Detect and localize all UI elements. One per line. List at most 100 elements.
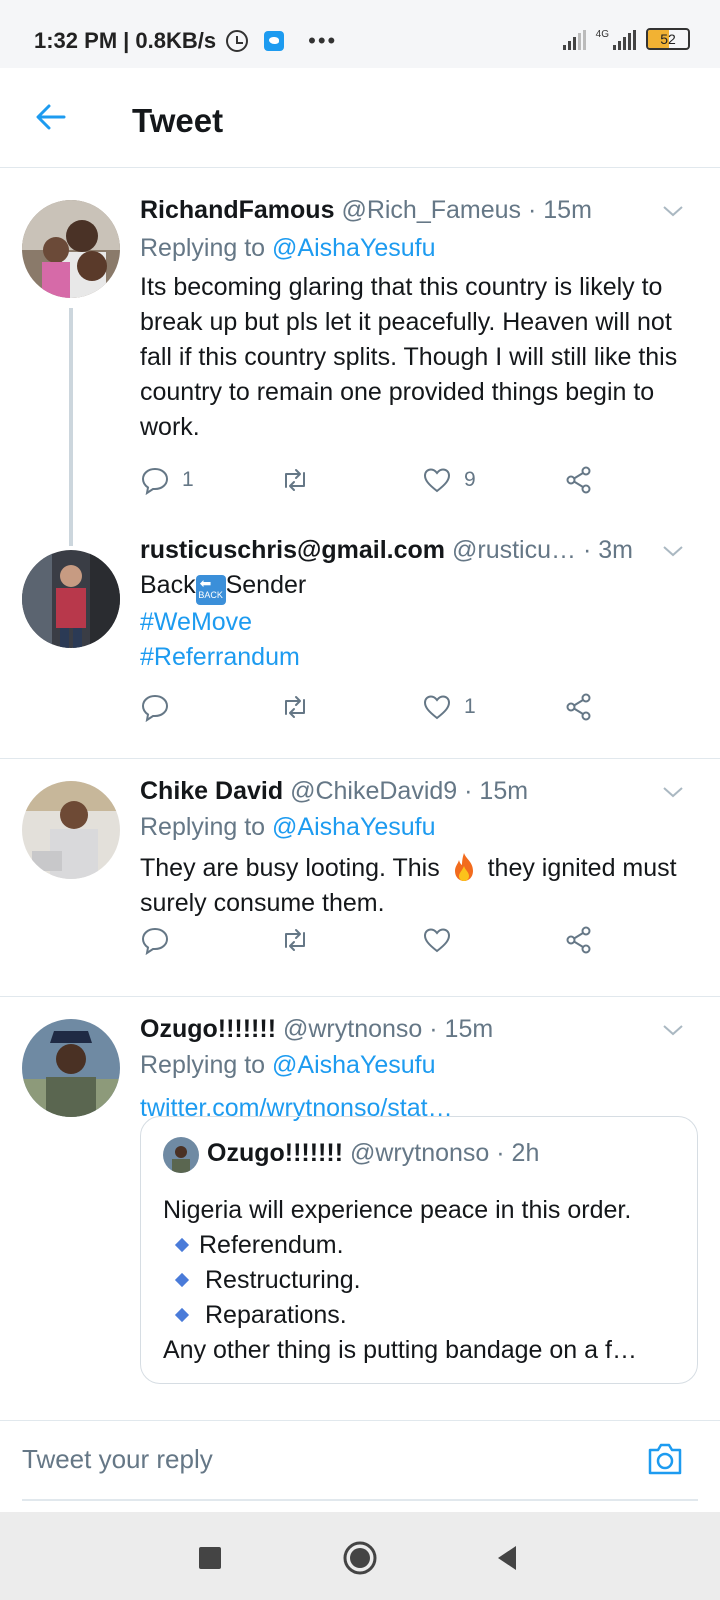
reply-underline	[22, 1499, 698, 1501]
retweet-icon	[285, 696, 305, 718]
tweet-actions: 1 9	[140, 462, 610, 498]
tweet-2[interactable]: rusticuschris@gmail.com @rusticu… · 3m B…	[0, 508, 720, 758]
twitter-notif-icon	[264, 31, 285, 51]
avatar[interactable]	[22, 1019, 120, 1117]
avatar[interactable]	[22, 200, 120, 298]
quote-list-item: Reparations.	[163, 1298, 679, 1333]
quote-list-text: Restructuring.	[205, 1266, 361, 1294]
replying-prefix: Replying to	[140, 234, 273, 262]
status-right: 4G 52	[562, 28, 690, 50]
reply-button[interactable]	[140, 922, 182, 958]
quote-list-text: Reparations.	[205, 1301, 347, 1329]
quote-user-handle: @wrytnonso	[350, 1139, 490, 1167]
tweet-body: Back ⬅ BACK Sender #WeMove #Referrandum	[140, 568, 684, 675]
retweet-button[interactable]	[280, 689, 322, 725]
hashtag-link[interactable]: #WeMove	[140, 605, 684, 640]
tweet-body: Its becoming glaring that this country i…	[140, 273, 678, 441]
reply-bar	[0, 1420, 720, 1502]
mention-link[interactable]: @AishaYesufu	[272, 1051, 435, 1079]
replying-to: Replying to @AishaYesufu	[140, 1051, 435, 1080]
user-handle: @wrytnonso	[283, 1015, 423, 1043]
quote-list-text: Referendum.	[199, 1231, 344, 1259]
replying-prefix: Replying to	[140, 1051, 273, 1079]
header: Tweet	[0, 68, 720, 168]
quote-avatar	[163, 1137, 199, 1173]
display-name[interactable]: Ozugo!!!!!!!	[140, 1015, 276, 1043]
retweet-icon	[285, 469, 305, 491]
camera-icon[interactable]	[646, 1441, 684, 1477]
display-name[interactable]: rusticuschris@gmail.com	[140, 536, 445, 564]
back-triangle-icon[interactable]	[490, 1540, 526, 1576]
display-name[interactable]: Chike David	[140, 777, 283, 805]
reply-input[interactable]	[22, 1439, 622, 1479]
tweet-4[interactable]: Ozugo!!!!!!! @wrytnonso · 15m Replying t…	[0, 997, 720, 1417]
body-text-start: They are busy looting. This	[140, 854, 440, 882]
body-text-start: Back	[140, 571, 196, 599]
chevron-down-icon[interactable]	[662, 540, 684, 562]
quote-time: · 2h	[496, 1139, 540, 1167]
reply-icon	[141, 927, 169, 955]
retweet-button[interactable]	[280, 922, 322, 958]
heart-icon	[423, 928, 451, 953]
tweet-time: · 15m	[464, 777, 529, 805]
tweet-body: They are busy looting. This they ignited…	[140, 851, 684, 921]
tweet-time: · 3m	[582, 536, 633, 564]
share-button[interactable]	[564, 462, 594, 498]
quote-line: Nigeria will experience peace in this or…	[163, 1196, 632, 1224]
chevron-down-icon[interactable]	[662, 1019, 684, 1041]
tweet-actions	[140, 922, 610, 958]
reply-button[interactable]: 1	[140, 462, 194, 498]
back-arrow-icon[interactable]	[34, 100, 68, 134]
quote-list-item: Referendum.	[163, 1228, 679, 1263]
retweet-icon	[285, 929, 305, 951]
like-button[interactable]: 1	[422, 689, 476, 725]
chevron-down-icon[interactable]	[662, 200, 684, 222]
body-text-end: Sender	[225, 571, 307, 599]
avatar[interactable]	[22, 781, 120, 879]
reply-icon	[141, 467, 169, 495]
hashtag-link[interactable]: #Referrandum	[140, 640, 684, 675]
replying-to: Replying to @AishaYesufu	[140, 813, 435, 842]
tweet-actions: 1	[140, 689, 610, 725]
system-nav-bar	[0, 1512, 720, 1600]
share-button[interactable]	[564, 922, 594, 958]
quote-body: Nigeria will experience peace in this or…	[163, 1193, 679, 1368]
tweet-header: Ozugo!!!!!!! @wrytnonso · 15m	[140, 1015, 660, 1044]
network-label: 4G	[595, 29, 609, 40]
signal-4g-icon	[613, 30, 636, 50]
chevron-down-icon[interactable]	[662, 781, 684, 803]
back-arrow-emoji-icon: ⬅ BACK	[195, 575, 226, 605]
page-title: Tweet	[132, 102, 224, 139]
user-handle: @Rich_Fameus	[341, 196, 522, 224]
signal-icon	[562, 30, 586, 50]
home-circle-icon[interactable]	[342, 1540, 378, 1576]
avatar[interactable]	[22, 550, 120, 648]
status-speed: | 0.8KB/s	[123, 28, 217, 53]
status-time: 1:32 PM	[34, 28, 118, 53]
retweet-button[interactable]	[280, 462, 322, 498]
like-button[interactable]: 9	[422, 462, 476, 498]
tweet-1[interactable]: RichandFamous @Rich_Fameus · 15m Replyin…	[0, 178, 720, 508]
mention-link[interactable]: @AishaYesufu	[272, 234, 435, 262]
quote-display-name: Ozugo!!!!!!!	[207, 1139, 344, 1167]
tweet-3[interactable]: Chike David @ChikeDavid9 · 15m Replying …	[0, 759, 720, 995]
replying-to: Replying to @AishaYesufu	[140, 234, 435, 263]
quote-list-item: Restructuring.	[163, 1263, 679, 1298]
replying-prefix: Replying to	[140, 813, 273, 841]
quoted-tweet[interactable]: Ozugo!!!!!!! @wrytnonso · 2h Nigeria wil…	[140, 1116, 698, 1384]
tweet-header: RichandFamous @Rich_Fameus · 15m	[140, 196, 660, 225]
diamond-bullet-icon	[174, 1307, 190, 1323]
mention-link[interactable]: @AishaYesufu	[272, 813, 435, 841]
battery-icon: 52	[646, 28, 690, 50]
reply-count: 1	[182, 468, 194, 491]
recents-square-icon[interactable]	[192, 1540, 228, 1576]
heart-icon	[423, 468, 451, 493]
user-handle: @rusticu…	[451, 536, 576, 564]
share-icon	[566, 466, 591, 494]
tweet-header: rusticuschris@gmail.com @rusticu… · 3m	[140, 536, 660, 565]
like-button[interactable]	[422, 922, 464, 958]
share-button[interactable]	[564, 689, 594, 725]
display-name[interactable]: RichandFamous	[140, 196, 334, 224]
reply-button[interactable]	[140, 689, 182, 725]
heart-icon	[423, 695, 451, 720]
